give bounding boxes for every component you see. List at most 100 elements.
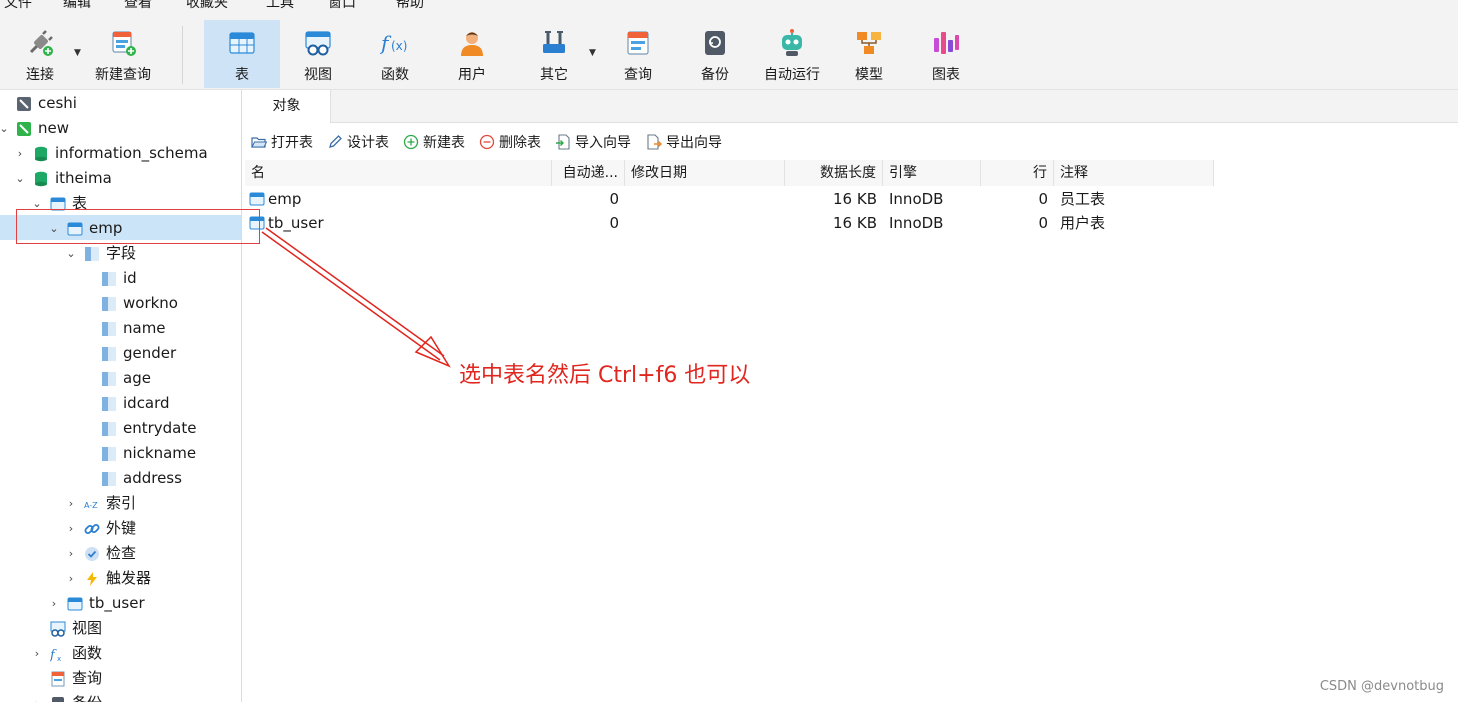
col-header-auto-increment[interactable]: 自动递... [552, 160, 625, 186]
table-row[interactable]: tb_user 0 16 KB InnoDB 0 用户表 [243, 211, 1458, 235]
tree-group-fields[interactable]: ⌄ 字段 [0, 241, 241, 266]
col-header-name[interactable]: 名 [245, 160, 552, 186]
menu-help[interactable]: 帮助 [396, 0, 424, 12]
tree-field[interactable]: nickname [0, 441, 241, 466]
other-button[interactable]: 其它 [518, 20, 590, 88]
backup-button[interactable]: 备份 [679, 20, 751, 88]
view-button[interactable]: 视图 [282, 20, 354, 88]
field-icon [102, 472, 116, 486]
chart-button[interactable]: 图表 [910, 20, 982, 88]
table-button[interactable]: 表 [204, 20, 280, 88]
tree-connection-ceshi[interactable]: ceshi [0, 91, 241, 116]
connect-dropdown-icon[interactable]: ▼ [74, 48, 81, 58]
field-icon [102, 322, 116, 336]
menu-view[interactable]: 查看 [124, 0, 152, 12]
chevron-right-icon[interactable]: › [65, 491, 77, 516]
database-icon [35, 146, 47, 162]
view-icon [50, 621, 66, 637]
database-icon [35, 171, 47, 187]
tree-field[interactable]: address [0, 466, 241, 491]
svg-text:(x): (x) [391, 39, 407, 53]
tree-field[interactable]: gender [0, 341, 241, 366]
tree-field[interactable]: entrydate [0, 416, 241, 441]
user-button[interactable]: 用户 [436, 20, 508, 88]
tree-group-indexes[interactable]: › A-Z 索引 [0, 491, 241, 516]
tree-db-information-schema[interactable]: › information_schema [0, 141, 241, 166]
delete-table-button[interactable]: 删除表 [479, 132, 541, 154]
new-query-icon [112, 31, 136, 56]
tree-field[interactable]: age [0, 366, 241, 391]
index-icon: A-Z [84, 501, 98, 510]
tree-group-queries[interactable]: 查询 [0, 666, 241, 691]
menu-tools[interactable]: 工具 [266, 0, 294, 12]
tree-group-triggers[interactable]: › 触发器 [0, 566, 241, 591]
chevron-right-icon[interactable]: › [65, 541, 77, 566]
chevron-right-icon[interactable]: › [14, 141, 26, 166]
user-icon [461, 32, 483, 56]
tree-field[interactable]: workno [0, 291, 241, 316]
tree-group-views[interactable]: 视图 [0, 616, 241, 641]
annotation-text: 选中表名然后 Ctrl+f6 也可以 [459, 363, 751, 388]
open-table-button[interactable]: 打开表 [251, 132, 313, 154]
chevron-right-icon[interactable]: › [31, 641, 43, 666]
table-row[interactable]: emp 0 16 KB InnoDB 0 员工表 [243, 187, 1458, 211]
connection-tree: ceshi ⌄ new › information_schema ⌄ ithei… [0, 90, 242, 702]
export-icon [647, 134, 662, 150]
import-wizard-button[interactable]: 导入向导 [555, 132, 631, 154]
tree-group-backups[interactable]: › 备份 [0, 691, 241, 702]
col-header-modified-date[interactable]: 修改日期 [625, 160, 785, 186]
chevron-right-icon[interactable]: › [65, 516, 77, 541]
chevron-down-icon[interactable]: ⌄ [0, 116, 10, 141]
field-icon [102, 272, 116, 286]
function-button[interactable]: f (x) 函数 [359, 20, 431, 88]
col-header-engine[interactable]: 引擎 [883, 160, 981, 186]
pencil-icon [329, 135, 342, 148]
design-table-button[interactable]: 设计表 [327, 132, 389, 154]
other-dropdown-icon[interactable]: ▼ [589, 48, 596, 58]
col-header-data-length[interactable]: 数据长度 [785, 160, 883, 186]
tree-group-functions[interactable]: › f x 函数 [0, 641, 241, 666]
tree-group-foreign-keys[interactable]: › 外键 [0, 516, 241, 541]
chevron-right-icon[interactable]: › [48, 591, 60, 616]
field-icon [102, 447, 116, 461]
chevron-right-icon[interactable]: › [31, 691, 43, 702]
col-header-comment[interactable]: 注释 [1054, 160, 1214, 186]
menu-window[interactable]: 窗口 [328, 0, 356, 12]
model-button[interactable]: 模型 [833, 20, 905, 88]
tab-objects[interactable]: 对象 [243, 90, 331, 123]
tree-table-tb-user[interactable]: › tb_user [0, 591, 241, 616]
new-table-button[interactable]: 新建表 [403, 132, 465, 154]
fields-icon [85, 247, 99, 261]
folder-open-icon [251, 137, 267, 148]
menu-edit[interactable]: 编辑 [63, 0, 91, 12]
menu-favorites[interactable]: 收藏夹 [186, 0, 228, 12]
tree-group-checks[interactable]: › 检查 [0, 541, 241, 566]
tree-field[interactable]: id [0, 266, 241, 291]
main-panel: 对象 打开表 设计表 新建表 删除表 导入向导 导出向导 名 自动递... 修改… [243, 90, 1458, 702]
chevron-down-icon[interactable]: ⌄ [14, 166, 26, 191]
new-query-button[interactable]: 新建查询 [87, 20, 159, 88]
table-icon [229, 32, 255, 54]
plug-icon [29, 30, 53, 56]
tree-db-itheima[interactable]: ⌄ itheima [0, 166, 241, 191]
watermark: CSDN @devnotbug [1319, 679, 1444, 694]
svg-text:f: f [50, 648, 57, 662]
import-icon [556, 134, 570, 150]
connection-active-icon [17, 122, 31, 136]
menu-bar: 文件 编辑 查看 收藏夹 工具 窗口 帮助 [0, 0, 1458, 12]
lightning-icon [87, 572, 97, 586]
col-header-rows[interactable]: 行 [981, 160, 1054, 186]
backup-icon [52, 697, 64, 702]
check-icon [85, 547, 99, 561]
chevron-down-icon[interactable]: ⌄ [65, 241, 77, 266]
automation-button[interactable]: 自动运行 [756, 20, 828, 88]
query-button[interactable]: 查询 [602, 20, 674, 88]
chevron-right-icon[interactable]: › [65, 566, 77, 591]
main-toolbar: 连接 ▼ 新建查询 表 视图 f (x) 函数 用户 其它 ▼ 查询 备份 自动… [0, 12, 1458, 90]
menu-file[interactable]: 文件 [4, 0, 32, 12]
export-wizard-button[interactable]: 导出向导 [646, 132, 722, 154]
tree-field[interactable]: idcard [0, 391, 241, 416]
connect-button[interactable]: 连接 [4, 20, 76, 88]
tree-connection-new[interactable]: ⌄ new [0, 116, 241, 141]
tree-field[interactable]: name [0, 316, 241, 341]
